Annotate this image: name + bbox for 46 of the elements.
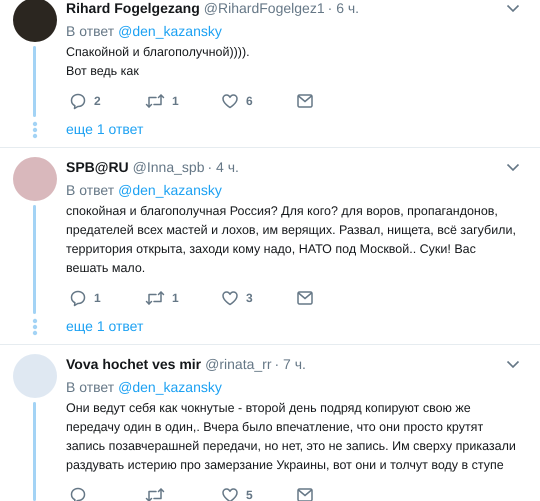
mail-icon[interactable] bbox=[297, 291, 313, 305]
chevron-down-icon[interactable] bbox=[506, 162, 520, 172]
heart-icon[interactable] bbox=[221, 486, 239, 501]
mention-link[interactable]: @den_kazansky bbox=[118, 379, 222, 395]
mention-link[interactable]: @den_kazansky bbox=[118, 182, 222, 198]
thread-dots-icon bbox=[32, 121, 38, 139]
tweet-text: спокойная и благополучная Россия? Для кого? для воров, пропагандонов, предателей всех мастей и лохов, им верящих. Развал, нищета, всё загубили, территория открыта, заходи кому надо, НАТО под Москвой.. Суки! Вас вешать мало. bbox=[66, 203, 516, 277]
reply-label: В ответ bbox=[66, 379, 114, 395]
reply-icon[interactable] bbox=[69, 289, 87, 307]
user-name[interactable]: Vova hochet ves mir bbox=[66, 356, 202, 372]
tweet-text: Они ведут себя как чокнутые - второй день подряд копируют свою же передачу один в один,. Вчера было впечатление, что они просто крутят запись позавчерашней передачи, но нет, это не запись. Им сверху приказали раздувать истерию про замерзание Украины, вот они и толчут воду в ступе bbox=[66, 400, 516, 474]
mail-icon[interactable] bbox=[297, 94, 313, 108]
like-count: 5 bbox=[246, 488, 253, 501]
user-name[interactable]: SPB@RU bbox=[66, 159, 129, 175]
thread-line bbox=[33, 46, 36, 117]
retweet-icon[interactable] bbox=[145, 289, 165, 307]
chevron-down-icon[interactable] bbox=[506, 4, 520, 12]
reply-count: 1 bbox=[94, 291, 101, 305]
tweet-text: Спакойной и благополучной)))). Вот ведь как bbox=[66, 44, 250, 80]
tweet-time[interactable]: · 6 ч. bbox=[328, 0, 360, 16]
user-name[interactable]: Rihard Fogelgezang bbox=[66, 0, 200, 16]
like-count: 3 bbox=[246, 291, 253, 305]
mention-link[interactable]: @den_kazansky bbox=[118, 23, 222, 39]
tweet-time[interactable]: · 7 ч. bbox=[274, 356, 306, 372]
user-handle[interactable]: @RihardFogelgez1 bbox=[204, 0, 325, 16]
reply-label: В ответ bbox=[66, 23, 114, 39]
reply-icon[interactable] bbox=[69, 92, 87, 110]
thread-dots-icon bbox=[32, 318, 38, 336]
reply-count: 2 bbox=[94, 94, 101, 108]
reply-icon[interactable] bbox=[69, 486, 87, 501]
like-count: 6 bbox=[246, 94, 253, 108]
more-replies-link[interactable]: еще 1 ответ bbox=[66, 317, 144, 335]
mail-icon[interactable] bbox=[297, 488, 313, 501]
chevron-down-icon[interactable] bbox=[506, 360, 520, 368]
heart-icon[interactable] bbox=[221, 289, 239, 307]
tweet-time[interactable]: · 4 ч. bbox=[208, 159, 239, 175]
user-handle[interactable]: @Inna_spb bbox=[132, 159, 204, 175]
more-replies-link[interactable]: еще 1 ответ bbox=[66, 120, 144, 138]
reply-label: В ответ bbox=[66, 182, 114, 198]
retweet-count: 1 bbox=[172, 94, 179, 108]
heart-icon[interactable] bbox=[221, 92, 239, 110]
user-handle[interactable]: @rinata_rr bbox=[205, 356, 272, 372]
avatar-placeholder[interactable] bbox=[13, 0, 57, 42]
retweet-count: 1 bbox=[172, 291, 179, 305]
retweet-icon[interactable] bbox=[145, 92, 165, 110]
retweet-icon[interactable] bbox=[145, 486, 165, 501]
